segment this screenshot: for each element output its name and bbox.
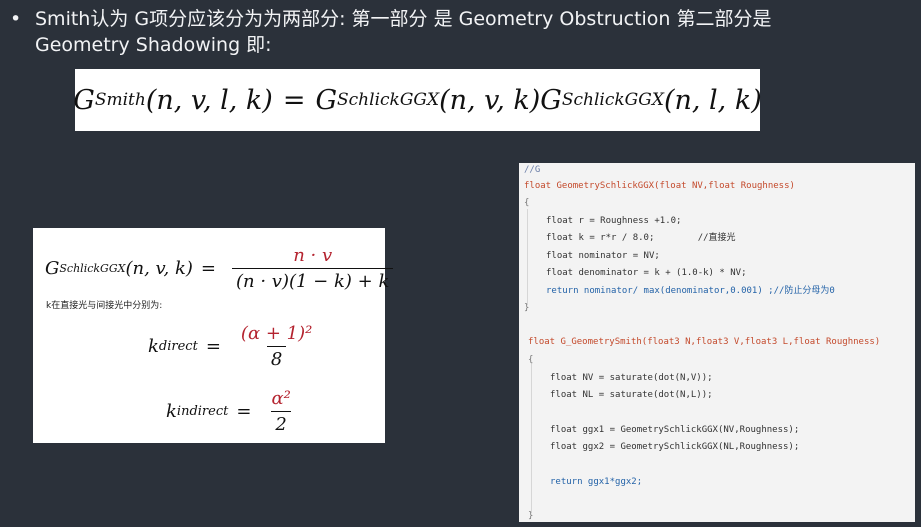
code-line: //G: [524, 165, 541, 175]
k-direct-den: 8: [266, 346, 287, 370]
k-indirect-eq: =: [236, 401, 252, 422]
formula-smith-sub: Smith: [94, 90, 146, 110]
formula-eq: =: [282, 84, 306, 116]
formula-args-2: (n, v, k): [439, 84, 541, 116]
formula-g-3: G: [540, 84, 562, 116]
code-line: float r = Roughness +1.0;: [546, 216, 682, 226]
eq-numerator: n · v: [293, 244, 333, 266]
code-screenshot: //G float GeometrySchlickGGX(float NV,fl…: [519, 163, 915, 522]
eq-ggx-sub: SchlickGGX: [59, 261, 126, 275]
k-direct-k: k: [148, 336, 159, 357]
eq-fraction: n · v (n · v)(1 − k) + k: [232, 244, 394, 292]
k-indirect-k: k: [166, 401, 177, 422]
code-line: }: [528, 511, 534, 521]
k-note: k在直接光与间接光中分别为:: [46, 301, 163, 311]
formula-args-3: (n, l, k): [663, 84, 762, 116]
k-indirect-num: α²: [271, 388, 291, 409]
bullet-text: Smith认为 G项分应该分为为两部分: 第一部分 是 Geometry Obs…: [35, 6, 855, 58]
eq-denominator: (n · v)(1 − k) + k: [232, 267, 394, 292]
code-line: {: [524, 198, 530, 208]
bullet-line-2: Geometry Shadowing 即:: [35, 34, 272, 56]
code-line: }: [524, 303, 530, 313]
bullet-line-1: Smith认为 G项分应该分为为两部分: 第一部分 是 Geometry Obs…: [35, 8, 772, 30]
code-line: float k = r*r / 8.0; //直接光: [546, 233, 736, 243]
code-line: float denominator = k + (1.0-k) * NV;: [546, 268, 747, 278]
k-direct-sub: direct: [158, 339, 198, 354]
indent-guide-2: [531, 363, 532, 513]
code-line: float NV = saturate(dot(N,V));: [550, 373, 713, 383]
code-line: float NL = saturate(dot(N,L));: [550, 390, 713, 400]
k-direct-num: (α + 1)²: [240, 323, 313, 344]
formula-g-2: G: [315, 84, 338, 116]
k-indirect-fraction: α² 2: [267, 388, 294, 435]
formula-ggx-sub-2: SchlickGGX: [561, 90, 664, 110]
k-direct-eq: =: [205, 336, 221, 357]
formula-g: G: [73, 84, 95, 116]
code-line: return ggx1*ggx2;: [550, 477, 643, 487]
formula-args-1: (n, v, l, k): [145, 84, 273, 116]
schlick-ggx-equation: G SchlickGGX (n, v, k) = n · v (n · v)(1 −…: [45, 238, 394, 298]
k-indirect-equation: k indirect = α² 2: [166, 388, 295, 435]
eq-g: G: [45, 257, 60, 279]
eq-args: (n, v, k): [125, 257, 193, 279]
bullet-dot: •: [10, 8, 22, 30]
code-line: return nominator/ max(denominator,0.001)…: [546, 286, 835, 296]
k-indirect-den: 2: [271, 411, 291, 435]
code-line: {: [528, 355, 534, 365]
k-direct-fraction: (α + 1)² 8: [237, 323, 316, 370]
code-line: float ggx1 = GeometrySchlickGGX(NV,Rough…: [550, 425, 800, 435]
code-line: float GeometrySchlickGGX(float NV,float …: [524, 181, 795, 191]
k-direct-equation: k direct = (α + 1)² 8: [148, 323, 316, 370]
code-line: float ggx2 = GeometrySchlickGGX(NL,Rough…: [550, 442, 800, 452]
schlick-ggx-formula-image: G SchlickGGX (n, v, k) = n · v (n · v)(1 −…: [33, 228, 394, 443]
k-indirect-sub: indirect: [176, 404, 229, 419]
code-line: float nominator = NV;: [546, 251, 660, 261]
code-line: float G_GeometrySmith(float3 N,float3 V,…: [528, 337, 881, 347]
eq-sign: =: [200, 257, 217, 279]
smith-formula-image: G Smith (n, v, l, k) = G SchlickGGX (n, v, k…: [73, 69, 762, 131]
formula-ggx-sub-1: SchlickGGX: [337, 90, 440, 110]
